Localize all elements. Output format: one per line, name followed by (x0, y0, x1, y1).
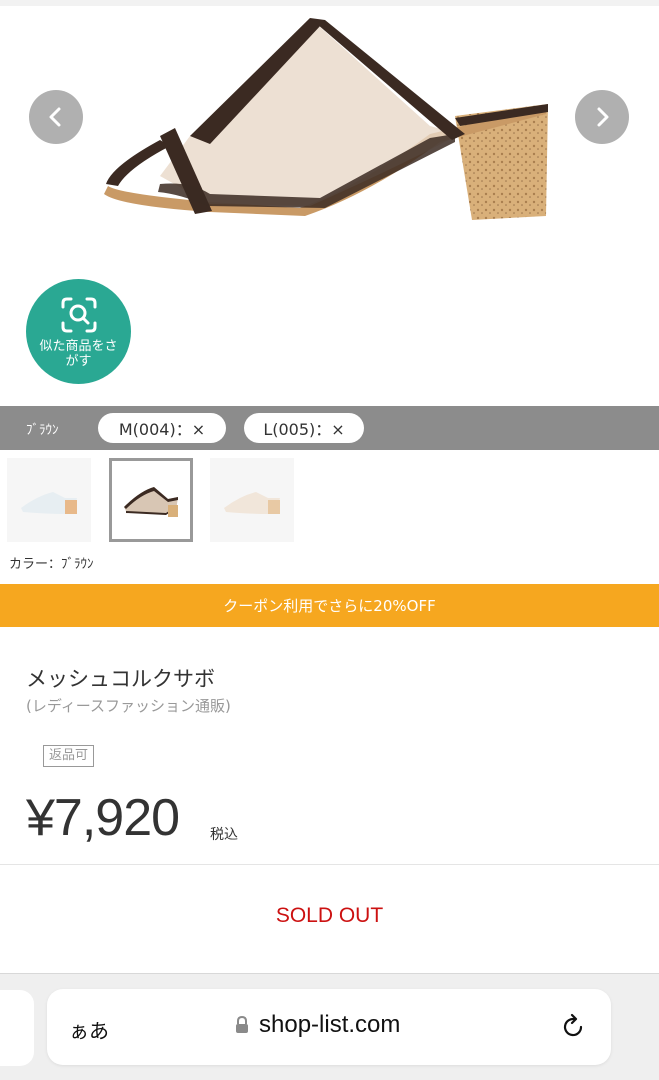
selected-color-name: ﾌﾞﾗｳﾝ (26, 422, 59, 438)
chevron-right-icon (597, 107, 609, 127)
color-variant-list (0, 456, 659, 546)
image-search-icon (61, 297, 96, 332)
tax-label: 税込 (210, 827, 238, 843)
chevron-left-icon (49, 107, 61, 127)
color-variant-clear[interactable] (7, 458, 91, 542)
size-option-m[interactable]: M(004)：× (98, 413, 226, 443)
product-title: メッシュコルクサボ (26, 667, 215, 691)
color-caption: カラー：ﾌﾞﾗｳﾝ (9, 557, 94, 572)
product-subtitle: (レディースファッション通販) (26, 697, 231, 715)
variant-thumbnail (21, 492, 77, 514)
previous-tab[interactable] (0, 990, 34, 1066)
color-variant-brown[interactable] (109, 458, 193, 542)
url-text: shop-list.com (259, 1011, 401, 1038)
variant-thumbnail (224, 492, 280, 514)
returnable-badge: 返品可 (43, 745, 95, 767)
reload-icon[interactable] (559, 1013, 587, 1041)
size-bar: ﾌﾞﾗｳﾝ M(004)：× L(005)：× (0, 406, 659, 450)
product-image-carousel[interactable]: 似た商品をさがす (0, 6, 659, 406)
lock-icon (236, 1016, 248, 1033)
similar-items-label: 似た商品をさがす (39, 338, 118, 369)
carousel-prev-button[interactable] (29, 90, 83, 144)
url-display[interactable]: shop-list.com (235, 1011, 400, 1039)
address-bar[interactable]: ぁあ shop-list.com (47, 989, 611, 1065)
product-price: ¥7,920 (26, 789, 180, 847)
similar-items-button[interactable]: 似た商品をさがす (26, 279, 131, 384)
browser-toolbar: ぁあ shop-list.com (0, 973, 659, 1080)
color-variant-beige[interactable] (210, 458, 294, 542)
variant-thumbnail (124, 487, 178, 517)
size-option-l[interactable]: L(005)：× (244, 413, 364, 443)
sold-out-status: SOLD OUT (275, 904, 384, 927)
divider (0, 864, 659, 865)
coupon-banner[interactable]: クーポン利用でさらに20%OFF (0, 584, 659, 627)
carousel-next-button[interactable] (575, 90, 629, 144)
product-image (104, 18, 548, 220)
text-size-button[interactable]: ぁあ (69, 1015, 109, 1044)
